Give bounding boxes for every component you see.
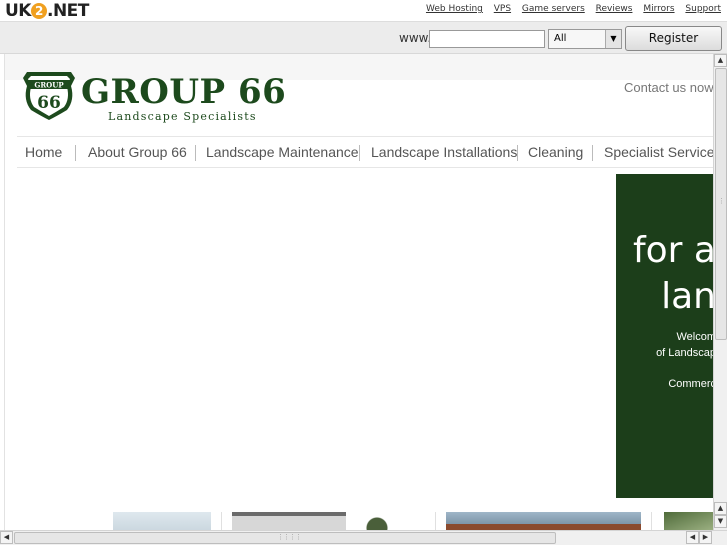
horizontal-scroll-thumb[interactable]: ⋮⋮⋮⋮ (14, 532, 556, 544)
link-game-servers[interactable]: Game servers (522, 4, 585, 14)
thumbnail-image[interactable] (357, 512, 409, 530)
hero-headline-2: lan (661, 276, 713, 317)
scroll-left-icon[interactable]: ◀ (0, 531, 13, 544)
link-vps[interactable]: VPS (494, 4, 511, 14)
hero-text-3: Commerc (668, 378, 713, 390)
domain-input[interactable] (429, 30, 545, 48)
nav-divider (75, 145, 76, 161)
scroll-up-icon[interactable]: ▲ (714, 54, 727, 67)
main-nav: Home About Group 66 Landscape Maintenanc… (17, 136, 713, 168)
scroll-down-icon[interactable]: ▼ (714, 515, 727, 528)
thumbnail-divider (435, 512, 436, 530)
www-label: www. (399, 31, 432, 45)
group66-badge-icon[interactable]: GROUP 66 (21, 66, 77, 122)
site-frame: GROUP 66 GROUP 66 Landscape Specialists … (4, 54, 713, 530)
thumbnail-image[interactable] (232, 512, 346, 530)
brand-suffix: .NET (46, 1, 89, 21)
link-mirrors[interactable]: Mirrors (643, 4, 674, 14)
nav-divider (195, 145, 196, 161)
thumbnail-divider (651, 512, 652, 530)
hero-banner: for a lan Welcom of Landscap Commerc (616, 174, 713, 498)
tld-selected-value: All (554, 33, 567, 44)
hero-text-1: Welcom (676, 331, 713, 343)
thumbnail-divider (221, 512, 222, 530)
vertical-scrollbar[interactable]: ▲ ⋮⋮ ▲ ▼ (713, 54, 727, 530)
nav-home[interactable]: Home (25, 144, 62, 160)
site-title[interactable]: GROUP 66 (81, 72, 286, 112)
domain-search-bar: www. All ▼ Register Domain (0, 22, 727, 68)
badge-top-text: GROUP (34, 81, 64, 90)
nav-about[interactable]: About Group 66 (88, 144, 187, 160)
register-domain-button[interactable]: Register Domain (625, 26, 722, 68)
contact-us-link[interactable]: Contact us now (624, 80, 713, 95)
grip-icon: ⋮⋮⋮⋮ (277, 533, 302, 541)
nav-cleaning[interactable]: Cleaning (528, 144, 583, 160)
badge-number: 66 (37, 93, 61, 113)
scroll-up-icon[interactable]: ▲ (714, 502, 727, 515)
nav-divider (359, 145, 360, 161)
thumbnail-image[interactable] (664, 512, 713, 530)
vertical-scroll-thumb[interactable]: ⋮⋮ (715, 68, 727, 340)
top-links: Web Hosting VPS Game servers Reviews Mir… (418, 4, 721, 14)
nav-landscape-maintenance[interactable]: Landscape Maintenance (206, 144, 359, 160)
browser-viewport: UK 2 .NET Web Hosting VPS Game servers Rev… (0, 0, 727, 545)
link-reviews[interactable]: Reviews (596, 4, 633, 14)
link-web-hosting[interactable]: Web Hosting (426, 4, 483, 14)
nav-specialist-services[interactable]: Specialist Services (604, 144, 713, 160)
nav-divider (517, 145, 518, 161)
grip-icon: ⋮⋮ (718, 197, 727, 205)
tld-select[interactable]: All ▼ (548, 29, 622, 49)
brand-prefix: UK (5, 1, 31, 21)
hero-headline-1: for a (632, 230, 713, 271)
host-topbar: UK 2 .NET Web Hosting VPS Game servers Rev… (0, 0, 727, 22)
thumbnail-image[interactable] (113, 512, 211, 530)
site-subtitle: Landscape Specialists (108, 110, 257, 123)
thumbnail-image[interactable] (446, 512, 641, 530)
uk2-logo[interactable]: UK 2 .NET (5, 1, 89, 21)
scroll-right-icon[interactable]: ▶ (699, 531, 712, 544)
brand-two-circle: 2 (30, 3, 47, 19)
horizontal-scrollbar[interactable]: ◀ ⋮⋮⋮⋮ ◀ ▶ (0, 530, 727, 545)
chevron-down-icon: ▼ (605, 30, 621, 48)
link-support[interactable]: Support (685, 4, 721, 14)
hero-text-2: of Landscap (656, 347, 713, 359)
scroll-left-icon[interactable]: ◀ (686, 531, 699, 544)
nav-landscape-installations[interactable]: Landscape Installations (371, 144, 517, 160)
nav-divider (592, 145, 593, 161)
